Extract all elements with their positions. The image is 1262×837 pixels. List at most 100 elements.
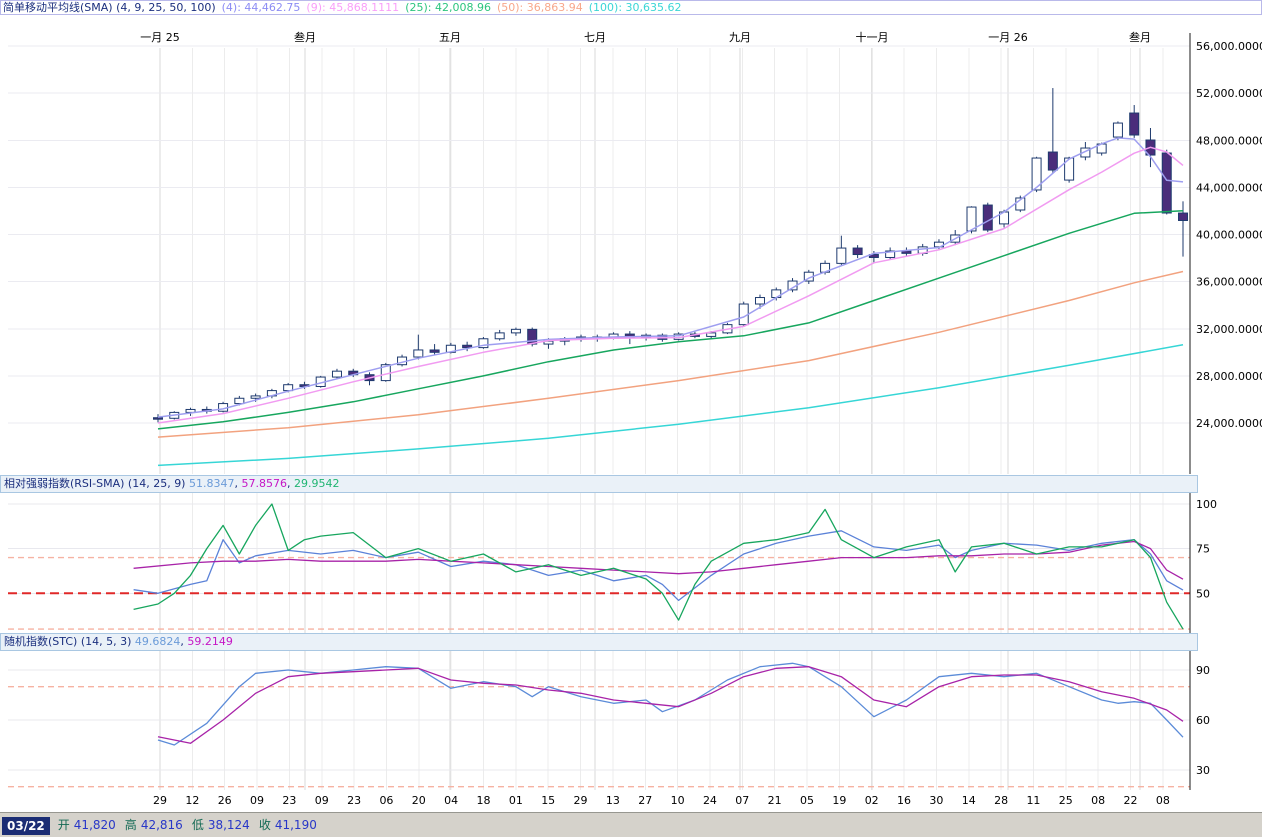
candle[interactable] [154,414,163,422]
day-label: 19 [832,794,846,807]
candle-body [1113,123,1122,137]
candle-body [235,398,244,403]
stc-chart[interactable]: 906030 [0,651,1262,790]
y-axis-label: 56,000.0000 [1196,40,1262,53]
indicator-value: 49.6824 [135,635,181,648]
day-label: 22 [1124,794,1138,807]
y-axis-label: 60 [1196,714,1210,727]
sma-param-value: 42,008.96 [431,1,490,14]
candle[interactable] [430,344,439,355]
sma-legend-bar: 简单移动平均线(SMA) (4, 9, 25, 50, 100)(4): 44,… [0,0,1262,15]
candle[interactable] [853,245,862,258]
day-label: 01 [509,794,523,807]
candle-body [837,248,846,263]
candle[interactable] [739,302,748,326]
day-label: 27 [638,794,652,807]
day-label: 24 [703,794,717,807]
candle[interactable] [1130,105,1139,138]
candle[interactable] [1065,157,1074,183]
status-bar: 03/22开41,820高42,816低38,124收41,190 [0,812,1262,837]
y-axis-label: 40,000.0000 [1196,229,1262,242]
day-label: 29 [153,794,167,807]
candle-body [495,333,504,339]
day-label: 11 [1026,794,1040,807]
sma-4-line [158,138,1183,417]
candle[interactable] [772,288,781,301]
y-axis-label: 100 [1196,498,1217,511]
sma-25-line [158,211,1183,429]
candle[interactable] [837,236,846,265]
candle[interactable] [479,337,488,349]
candle[interactable] [983,203,992,232]
separator: , [287,477,294,490]
sma-50-line [158,272,1183,438]
day-label: 08 [1156,794,1170,807]
month-label: 一月 26 [988,31,1028,44]
sma-param-value: 30,635.62 [622,1,681,14]
sma-values: (4): 44,462.75(9): 45,868.1111(25): 42,0… [216,1,682,14]
candle-body [1179,213,1188,220]
day-label: 29 [574,794,588,807]
sma-param-key: (25): [405,1,431,14]
ohlc-value: 41,820 [74,818,116,832]
indicator-value: 51.8347 [189,477,235,490]
y-axis-label: 24,000.0000 [1196,417,1262,430]
y-axis-label: 48,000.0000 [1196,134,1262,147]
day-label: 06 [379,794,393,807]
day-label: 28 [994,794,1008,807]
day-label: 30 [929,794,943,807]
rsi-sma-25-line [134,542,1183,580]
sma-title: 简单移动平均线(SMA) (4, 9, 25, 50, 100) [3,1,216,14]
day-label: 14 [962,794,976,807]
candle[interactable] [398,355,407,367]
day-label: 23 [282,794,296,807]
rsi-chart[interactable]: 100 75 50 [0,493,1262,633]
candle-body [511,329,520,333]
trading-chart-app: 简单移动平均线(SMA) (4, 9, 25, 50, 100)(4): 44,… [0,0,1262,837]
candle-body [1130,113,1139,135]
month-label: 叁月 [294,30,316,44]
day-label: 21 [768,794,782,807]
month-label: 十一月 [856,30,889,44]
y-axis-label: 50 [1196,587,1210,600]
y-axis-label: 36,000.0000 [1196,276,1262,289]
candle-body [853,248,862,254]
candle[interactable] [186,408,195,416]
candle[interactable] [1162,150,1171,215]
candle-body [1048,152,1057,170]
day-label: 23 [347,794,361,807]
candle-body [755,298,764,304]
ohlc-label: 低 [192,818,204,832]
candle-body [414,350,423,357]
month-label: 叁月 [1129,30,1151,44]
candle-body [332,371,341,377]
day-label: 05 [800,794,814,807]
indicator-value: 57.8576 [241,477,287,490]
day-label: 10 [671,794,685,807]
candle-body [1162,153,1171,213]
month-label: 五月 [439,31,461,44]
candle[interactable] [495,330,504,341]
candle-body [154,418,163,420]
day-label: 12 [185,794,199,807]
month-label: 九月 [729,31,751,44]
ohlc-value: 42,816 [141,818,183,832]
stc-values: 49.6824, 59.2149 [135,635,233,648]
day-label: 26 [218,794,232,807]
y-axis-label: 75 [1196,543,1210,556]
day-label: 04 [444,794,458,807]
day-label: 15 [541,794,555,807]
ohlc-label: 高 [125,818,137,832]
day-label: 20 [412,794,426,807]
day-label: 08 [1091,794,1105,807]
rsi-values: 51.8347, 57.8576, 29.9542 [189,477,340,490]
sma-param-key: (4): [222,1,241,14]
candle[interactable] [1048,88,1057,173]
candle[interactable] [219,402,228,413]
candle[interactable] [1179,201,1188,256]
candle[interactable] [886,247,895,259]
indicator-value: 29.9542 [294,477,340,490]
day-label: 13 [606,794,620,807]
candlestick-chart[interactable]: 56,000.000052,000.000048,000.000044,000.… [0,15,1262,475]
candle[interactable] [414,335,423,360]
